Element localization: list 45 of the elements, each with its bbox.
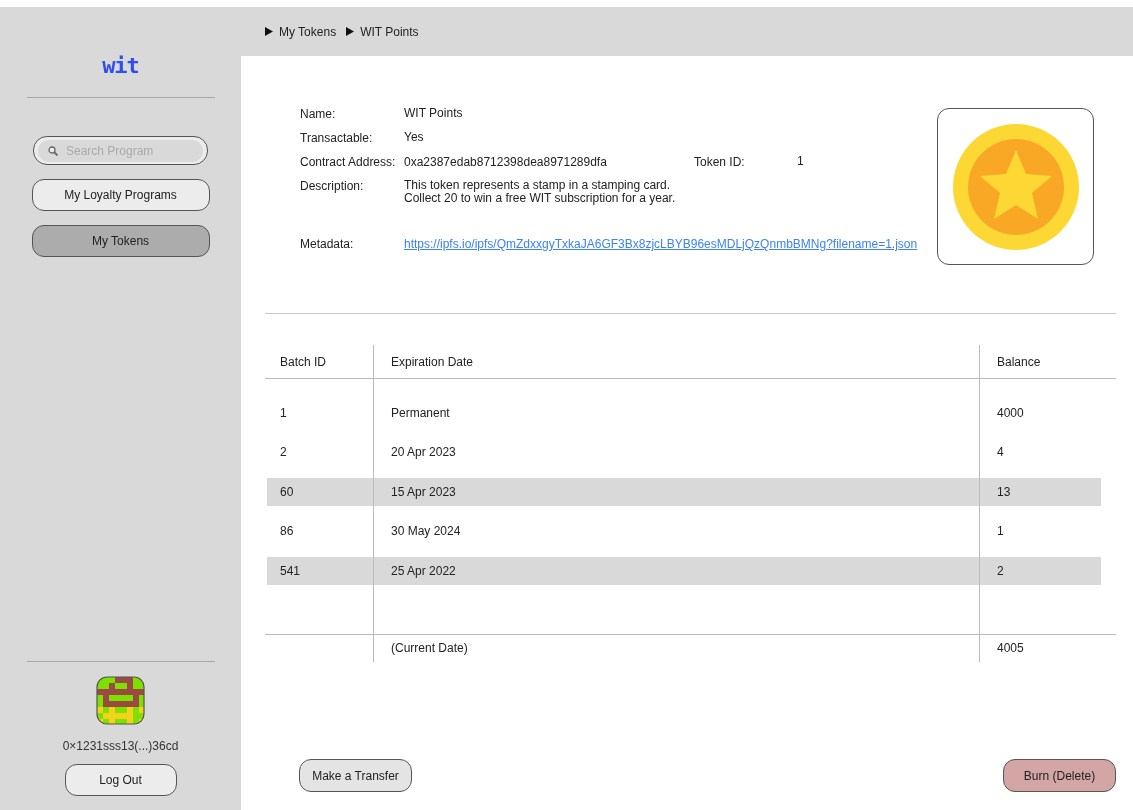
logout-button[interactable]: Log Out	[64, 764, 177, 796]
column-header: Batch ID	[280, 354, 327, 369]
table-cell: 1	[997, 524, 1004, 539]
field-label: Contract Address:	[300, 155, 397, 169]
table-cell: 25 Apr 2022	[391, 563, 456, 578]
field-label: Name:	[300, 107, 337, 121]
nav-button[interactable]: My Loyalty Programs	[31, 179, 210, 211]
column-header: Balance	[997, 354, 1041, 369]
wallet-address: 0×1231sss13(...)36cd	[62, 739, 179, 753]
table-cell: 2	[280, 445, 287, 460]
field-label: Token ID:	[694, 155, 746, 169]
table-cell: 60	[280, 484, 294, 499]
table-cell: 86	[280, 524, 294, 539]
triangle-icon	[346, 27, 355, 36]
field-label: Metadata:	[300, 237, 355, 251]
field-value: WIT Points	[404, 107, 463, 121]
transfer-button[interactable]: Make a Transfer	[299, 759, 412, 792]
column-header: Expiration Date	[391, 354, 474, 369]
avatar-icon	[96, 676, 145, 725]
field-label: Transactable:	[300, 131, 374, 145]
table-cell: 1	[280, 405, 287, 420]
table-cell: 30 May 2024	[391, 524, 461, 539]
table-cell: 20 Apr 2023	[391, 445, 456, 460]
table-cell: 4000	[997, 405, 1024, 420]
logo: wit	[102, 57, 139, 77]
total-cell: (Current Date)	[391, 641, 468, 655]
table-cell: 2	[997, 563, 1004, 578]
breadcrumb-link[interactable]: WIT Points	[360, 24, 419, 39]
table-cell: 13	[997, 484, 1011, 499]
field-value: Yes	[404, 131, 424, 145]
table-cell: 15 Apr 2023	[391, 484, 456, 499]
field-value: This token represents a stamp in a stamping card. Collect 20 to win a free WIT subscription for a year.	[404, 179, 676, 205]
table-cell: 4	[997, 445, 1004, 460]
field-value: 0xa2387edab8712398dea8971289dfa	[404, 155, 607, 169]
field-value: 1	[797, 155, 804, 169]
search-icon	[48, 146, 58, 156]
triangle-icon	[265, 27, 273, 36]
total-cell: 4005	[997, 641, 1024, 655]
breadcrumb-link[interactable]: My Tokens	[279, 24, 337, 39]
metadata-link[interactable]: https://ipfs.io/ipfs/QmZdxxgyTxkaJA6GF3Bx8zjcLBYB96esMDLjQzQnmbBMNg?filename=1.json	[404, 237, 918, 251]
nav-button[interactable]: My Tokens	[31, 225, 210, 257]
table-cell: 541	[280, 563, 301, 578]
field-label: Description:	[300, 179, 365, 195]
table-cell: Permanent	[391, 405, 450, 420]
burn-button[interactable]: Burn (Delete)	[1003, 759, 1116, 792]
